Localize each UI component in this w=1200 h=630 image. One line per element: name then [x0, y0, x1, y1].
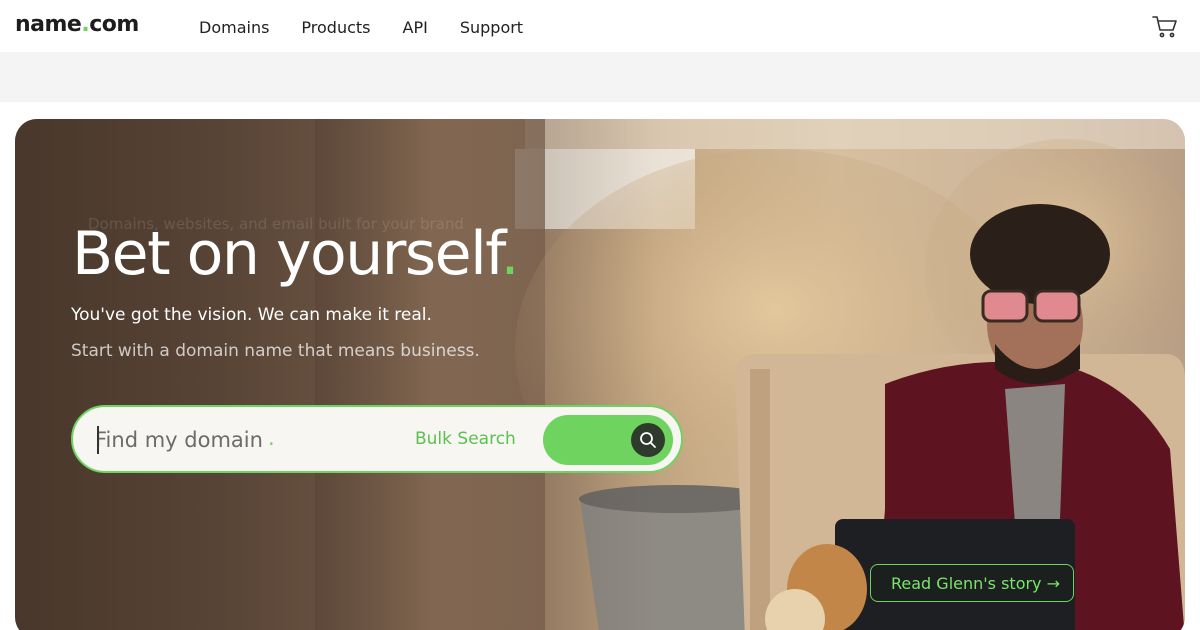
search-button[interactable]: [543, 415, 673, 465]
name-com-logo[interactable]: name.com: [15, 12, 139, 37]
search-icon: [640, 432, 656, 448]
hero-subtitle-secondary: Start with a domain name that means busi…: [71, 341, 480, 361]
main-nav: Domains Products API Support: [199, 18, 555, 37]
domain-search-bar: . Bulk Search: [71, 405, 683, 473]
cart-icon[interactable]: [1152, 14, 1178, 40]
placeholder-dot: .: [268, 426, 275, 450]
domain-search-input[interactable]: [95, 419, 395, 461]
text-caret: [97, 426, 99, 454]
hero-banner: Domains, websites, and email built for y…: [15, 119, 1185, 630]
nav-api[interactable]: API: [403, 18, 428, 37]
read-story-button[interactable]: Read Glenn's story →: [870, 564, 1074, 602]
hero-headline: Bet on yourself.: [72, 219, 520, 289]
top-nav: name.com Domains Products API Support: [0, 0, 1200, 52]
bulk-search-link[interactable]: Bulk Search: [415, 429, 516, 449]
nav-support[interactable]: Support: [460, 18, 523, 37]
read-story-label: Read Glenn's story →: [891, 574, 1061, 593]
hero-subtitle: You've got the vision. We can make it re…: [71, 305, 432, 325]
announcement-band: [0, 52, 1200, 102]
nav-products[interactable]: Products: [301, 18, 370, 37]
nav-domains[interactable]: Domains: [199, 18, 269, 37]
hero-overlay: [15, 119, 655, 630]
